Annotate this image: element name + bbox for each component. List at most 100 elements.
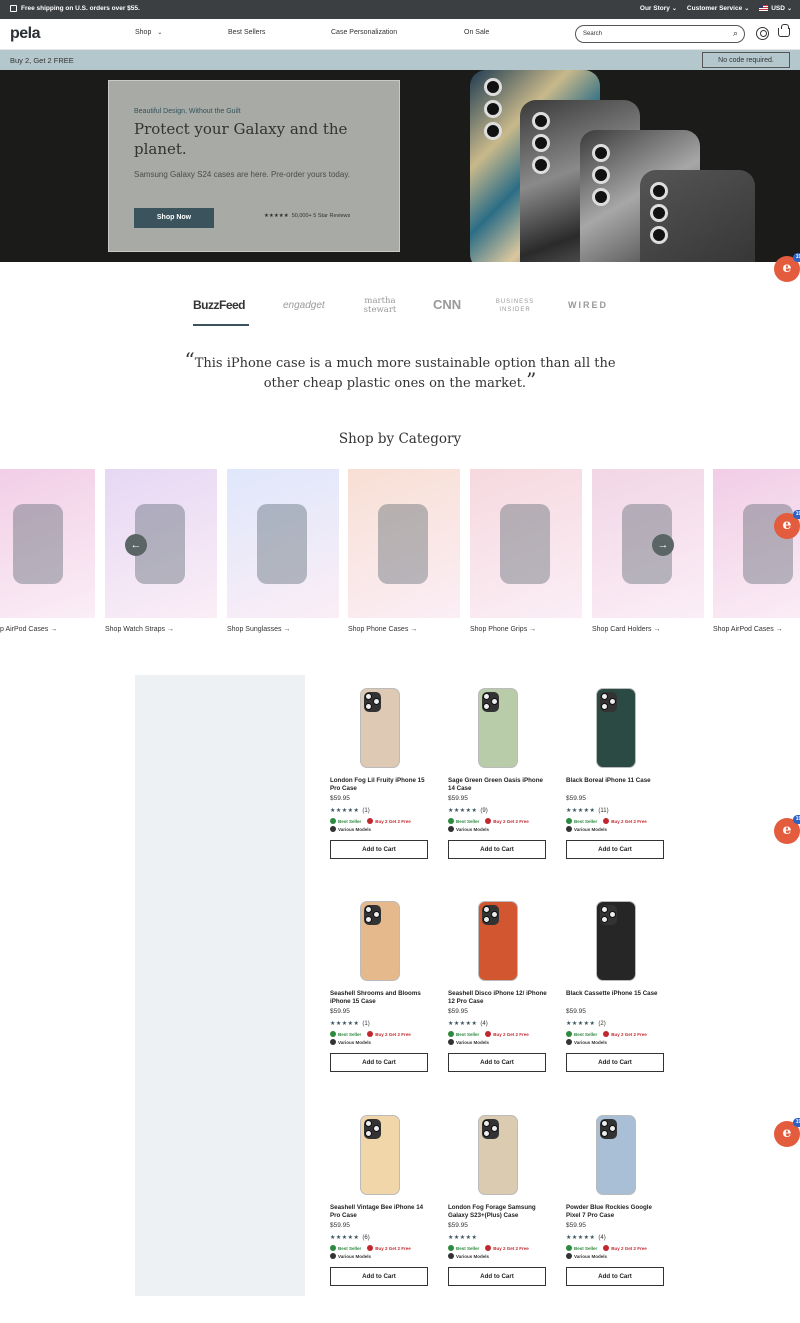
arrow-right-icon: → <box>527 626 537 633</box>
category-tile[interactable] <box>105 469 217 618</box>
product-title[interactable]: Black Boreal iPhone 11 Case <box>566 777 666 793</box>
our-story-link[interactable]: Our Story ⌄ <box>640 5 677 12</box>
product-image[interactable] <box>330 685 430 775</box>
phone-icon <box>448 1039 454 1045</box>
loyalty-widget-icon[interactable]: e 19 <box>774 253 800 282</box>
product-title[interactable]: Powder Blue Rockies Google Pixel 7 Pro C… <box>566 1204 666 1220</box>
category-label[interactable]: p AirPod Cases → <box>0 626 57 633</box>
add-to-cart-button[interactable]: Add to Cart <box>566 1053 664 1072</box>
nav-shop[interactable]: Shop ⌄ <box>135 29 162 36</box>
nav-best-sellers[interactable]: Best Sellers <box>228 29 265 36</box>
best-seller-badge: Best Seller <box>330 1245 361 1251</box>
category-label[interactable]: Shop Sunglasses → <box>227 626 290 633</box>
nav-case-personalization[interactable]: Case Personalization <box>331 29 397 36</box>
best-seller-badge: Best Seller <box>566 1245 597 1251</box>
add-to-cart-button[interactable]: Add to Cart <box>566 1267 664 1286</box>
product-image[interactable] <box>566 898 666 988</box>
add-to-cart-button[interactable]: Add to Cart <box>448 1267 546 1286</box>
product-card[interactable]: Seashell Disco iPhone 12/ iPhone 12 Pro … <box>448 898 548 1072</box>
product-title[interactable]: Seashell Disco iPhone 12/ iPhone 12 Pro … <box>448 990 548 1006</box>
product-title[interactable]: Sage Green Green Oasis iPhone 14 Case <box>448 777 548 793</box>
loyalty-widget-icon[interactable]: e 19 <box>774 1118 800 1147</box>
star-icons: ★★★★★ <box>448 808 478 814</box>
best-seller-icon <box>566 1245 572 1251</box>
product-image[interactable] <box>566 685 666 775</box>
add-to-cart-button[interactable]: Add to Cart <box>330 840 428 859</box>
carousel-next-button[interactable]: → <box>652 534 674 556</box>
product-image[interactable] <box>448 898 548 988</box>
product-image[interactable] <box>330 898 430 988</box>
category-tile[interactable] <box>713 469 800 618</box>
promo-badge: Buy 2 Get 2 Free <box>603 1245 647 1251</box>
product-card[interactable]: Black Boreal iPhone 11 Case $59.95 ★★★★★ (1… <box>566 685 666 859</box>
review-count: (2) <box>598 1021 606 1027</box>
category-label[interactable]: Shop Phone Cases → <box>348 626 417 633</box>
account-icon[interactable] <box>756 27 769 40</box>
product-title[interactable]: London Fog Forage Samsung Galaxy S23+(Pl… <box>448 1204 548 1220</box>
add-to-cart-button[interactable]: Add to Cart <box>448 840 546 859</box>
add-to-cart-button[interactable]: Add to Cart <box>330 1053 428 1072</box>
product-title[interactable]: Black Cassette iPhone 15 Case <box>566 990 666 1006</box>
review-count: (6) <box>362 1235 370 1241</box>
open-quote-icon: “ <box>184 348 195 372</box>
product-card[interactable]: Powder Blue Rockies Google Pixel 7 Pro C… <box>566 1112 666 1286</box>
product-card[interactable]: Seashell Vintage Bee iPhone 14 Pro Case $… <box>330 1112 430 1286</box>
product-card[interactable]: Seashell Shrooms and Blooms iPhone 15 Ca… <box>330 898 430 1072</box>
loyalty-widget-icon[interactable]: e 19 <box>774 815 800 844</box>
search-placeholder: Search <box>583 31 603 37</box>
customer-service-link[interactable]: Customer Service ⌄ <box>687 5 749 12</box>
loyalty-widget-icon[interactable]: e 19 <box>774 510 800 539</box>
filter-sidebar <box>135 675 305 1296</box>
product-image[interactable] <box>448 685 548 775</box>
product-price: $59.95 <box>330 795 350 802</box>
category-tile[interactable] <box>470 469 582 618</box>
models-badge: Various Models <box>330 1253 430 1259</box>
camera-icon <box>364 1119 381 1139</box>
best-seller-icon <box>566 1031 572 1037</box>
product-card[interactable]: London Fog Lil Fruity iPhone 15 Pro Case… <box>330 685 430 859</box>
press-logo-cnn[interactable]: CNN <box>433 297 461 312</box>
product-card[interactable]: London Fog Forage Samsung Galaxy S23+(Pl… <box>448 1112 548 1286</box>
category-label[interactable]: Shop Phone Grips → <box>470 626 536 633</box>
category-tile[interactable] <box>0 469 95 618</box>
product-image[interactable] <box>330 1112 430 1202</box>
add-to-cart-button[interactable]: Add to Cart <box>448 1053 546 1072</box>
logo[interactable]: pela <box>10 25 41 43</box>
models-badge: Various Models <box>566 1253 666 1259</box>
add-to-cart-button[interactable]: Add to Cart <box>330 1267 428 1286</box>
product-title[interactable]: London Fog Lil Fruity iPhone 15 Pro Case <box>330 777 430 793</box>
nav-on-sale[interactable]: On Sale <box>464 29 489 36</box>
product-title[interactable]: Seashell Shrooms and Blooms iPhone 15 Ca… <box>330 990 430 1006</box>
product-image[interactable] <box>448 1112 548 1202</box>
search-icon[interactable]: ⌕ <box>733 28 738 39</box>
case-image <box>596 1115 636 1195</box>
category-tile[interactable] <box>592 469 704 618</box>
case-image <box>596 901 636 981</box>
press-logo-business-insider[interactable]: BUSINESS INSIDER <box>495 298 535 314</box>
phone-icon <box>566 1253 572 1259</box>
category-label[interactable]: Shop Card Holders → <box>592 626 660 633</box>
shop-now-button[interactable]: Shop Now <box>134 208 214 228</box>
currency-selector[interactable]: USD ⌄ <box>759 5 792 12</box>
category-label[interactable]: Shop Watch Straps → <box>105 626 174 633</box>
press-logo-engadget[interactable]: engadget <box>283 300 325 311</box>
promo-badge: Buy 2 Get 2 Free <box>603 1031 647 1037</box>
category-tile[interactable] <box>348 469 460 618</box>
top-links: Our Story ⌄ Customer Service ⌄ USD ⌄ <box>640 5 792 12</box>
carousel-prev-button[interactable]: ← <box>125 534 147 556</box>
add-to-cart-button[interactable]: Add to Cart <box>566 840 664 859</box>
review-count: (4) <box>598 1235 606 1241</box>
phone-icon <box>448 1253 454 1259</box>
category-label[interactable]: Shop AirPod Cases → <box>713 626 783 633</box>
cart-icon[interactable] <box>778 24 790 37</box>
product-title[interactable]: Seashell Vintage Bee iPhone 14 Pro Case <box>330 1204 430 1220</box>
category-tile[interactable] <box>227 469 339 618</box>
product-image[interactable] <box>566 1112 666 1202</box>
best-seller-badge: Best Seller <box>330 1031 361 1037</box>
press-logo-martha-stewart[interactable]: martha stewart <box>360 297 400 315</box>
press-logo-wired[interactable]: WIRED <box>568 300 608 310</box>
product-card[interactable]: Black Cassette iPhone 15 Case $59.95 ★★★★★… <box>566 898 666 1072</box>
press-logo-buzzfeed[interactable]: BuzzFeed <box>193 298 246 312</box>
product-card[interactable]: Sage Green Green Oasis iPhone 14 Case $59… <box>448 685 548 859</box>
search-input[interactable]: Search ⌕ <box>575 25 745 43</box>
